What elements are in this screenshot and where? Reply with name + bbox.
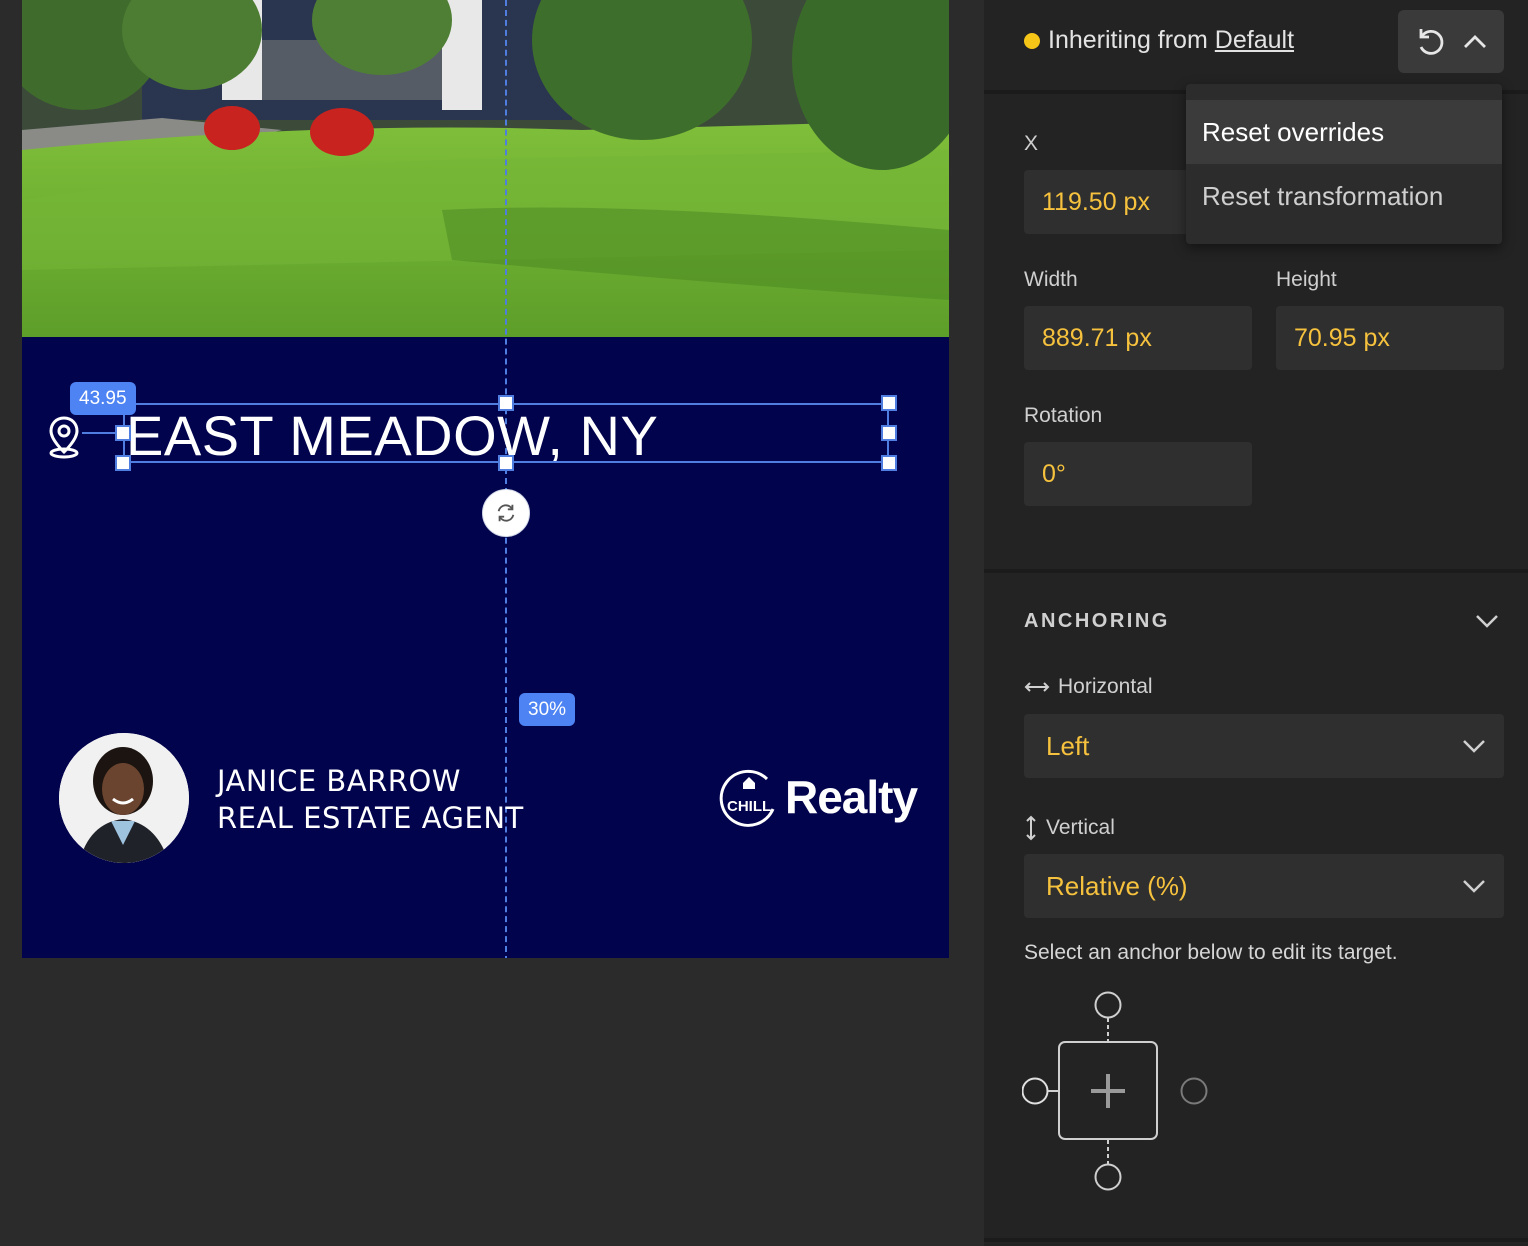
anchor-top[interactable] [1094,991,1122,1019]
plus-icon [1091,1074,1125,1108]
location-pin-icon [46,415,82,466]
reset-dropdown-menu: Reset overrides Reset transformation [1186,84,1502,244]
height-label: Height [1276,268,1337,291]
x-label: X [1024,132,1039,155]
menu-item-reset-transformation[interactable]: Reset transformation [1186,164,1502,228]
anchor-hint-text: Select an anchor below to edit its targe… [1024,941,1398,964]
chill-realty-logo[interactable]: CHILL Realty [717,765,918,829]
anchor-right[interactable] [1180,1077,1208,1105]
width-input[interactable]: 889.71 px [1024,306,1252,370]
design-canvas[interactable]: EAST MEADOW, NY 43.95 30% JANICE BARROW … [22,0,949,958]
menu-item-reset-overrides[interactable]: Reset overrides [1186,100,1502,164]
chevron-down-icon[interactable] [1474,612,1500,630]
horizontal-anchor-select[interactable]: Left [1024,714,1504,778]
chevron-down-icon [1463,880,1485,893]
percent-badge: 30% [519,693,576,726]
horizontal-select-value: Left [1046,730,1090,761]
horizontal-label-row: Horizontal [1024,675,1153,699]
rotate-handle[interactable] [482,489,530,537]
logo-mark: CHILL [717,765,781,829]
width-label: Width [1024,268,1078,291]
rotation-label: Rotation [1024,404,1103,427]
anchor-left[interactable] [1022,1077,1049,1105]
resize-handle-right[interactable] [881,425,897,441]
vertical-anchor-select[interactable]: Relative (%) [1024,854,1504,918]
anchor-bottom[interactable] [1094,1163,1122,1191]
resize-handle-bottom-left[interactable] [115,455,131,471]
reset-menu-button[interactable] [1398,10,1504,73]
offset-badge: 43.95 [70,382,136,415]
resize-handle-top-right[interactable] [881,395,897,411]
selection-box[interactable] [123,403,889,463]
horizontal-arrows-icon [1024,682,1050,692]
rotate-icon [497,504,515,522]
resize-handle-left[interactable] [115,425,131,441]
resize-handle-top[interactable] [498,395,514,411]
horizontal-label: Horizontal [1058,675,1153,698]
logo-chill-text: CHILL [727,798,772,815]
anchor-selector-widget[interactable] [1022,990,1232,1200]
inherit-default-link[interactable]: Default [1215,26,1294,55]
resize-handle-bottom-right[interactable] [881,455,897,471]
logo-realty-text: Realty [785,771,918,823]
vertical-select-value: Relative (%) [1046,870,1188,901]
vertical-label-row: Vertical [1024,815,1115,841]
section-divider [984,1238,1528,1242]
house-photo[interactable] [22,0,949,337]
height-input[interactable]: 70.95 px [1276,306,1504,370]
status-dot [1024,32,1040,49]
inherit-label: Inheriting from [1048,26,1208,54]
chevron-up-icon [1464,34,1486,48]
properties-panel: Inheriting from Default X 119.50 px Widt… [984,0,1528,1246]
vertical-label: Vertical [1046,816,1115,839]
resize-handle-bottom[interactable] [498,455,514,471]
agent-name[interactable]: JANICE BARROW [217,764,461,798]
vertical-arrows-icon [1026,815,1036,841]
inheritance-status: Inheriting from Default [1024,26,1294,55]
anchoring-section-title[interactable]: ANCHORING [1024,610,1170,633]
reset-icon [1419,28,1444,55]
rotation-input[interactable]: 0° [1024,442,1252,506]
chevron-down-icon [1463,740,1485,753]
section-divider [984,569,1528,573]
agent-avatar [59,733,189,863]
agent-title[interactable]: REAL ESTATE AGENT [217,801,524,835]
